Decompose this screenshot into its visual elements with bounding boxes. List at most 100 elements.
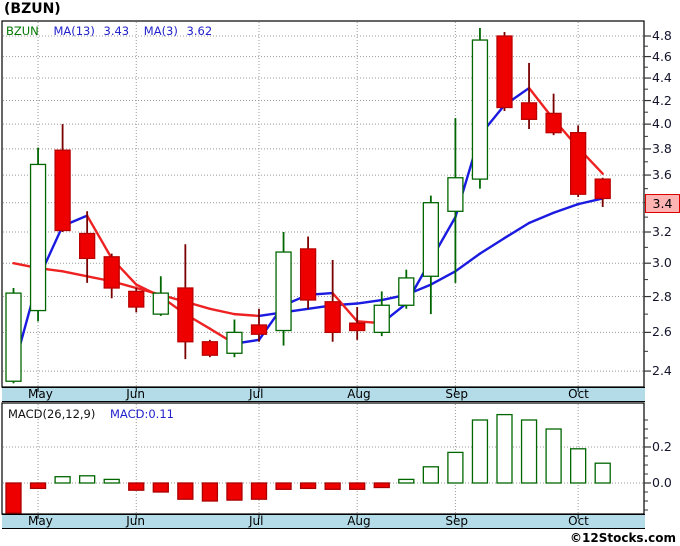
ma3-line-segment xyxy=(503,86,531,107)
ma3-line-segment xyxy=(282,293,310,307)
month-label: Jul xyxy=(249,387,264,401)
candlestick-down xyxy=(103,256,120,289)
macd-bar-negative xyxy=(201,482,219,502)
macd-bar-positive xyxy=(545,428,562,484)
ma13-line-segment xyxy=(61,270,89,278)
stock-chart-window: (BZUN) May Jun Jul Aug Sep Oct May Jun Jul Aug Se… xyxy=(0,0,680,546)
ma3-line-segment xyxy=(429,215,457,262)
ma13-line-segment xyxy=(257,311,285,318)
month-label: Jun xyxy=(126,514,145,528)
candlestick-up xyxy=(471,39,489,180)
ma13-line-segment xyxy=(331,302,359,307)
ma3-line-segment xyxy=(61,214,89,228)
ma13-line-segment xyxy=(405,283,433,297)
ma13-line-segment xyxy=(85,275,113,283)
macd-bar-negative xyxy=(250,482,268,500)
ma3-line-segment xyxy=(478,103,506,137)
macd-bar-negative xyxy=(275,482,292,490)
candlestick-down xyxy=(324,301,341,334)
ma3-line-segment xyxy=(331,291,359,323)
legend-ma13-label: MA(13) xyxy=(53,24,95,38)
macd-bar-negative xyxy=(177,482,194,500)
candlestick-down xyxy=(177,287,194,343)
macd-bar-positive xyxy=(79,475,96,484)
month-label: Aug xyxy=(347,514,371,528)
macd-bar-negative xyxy=(226,482,243,501)
month-label: Oct xyxy=(568,387,589,401)
candlestick-up xyxy=(5,292,22,382)
macd-value-label: MACD:0.11 xyxy=(110,407,174,421)
macd-bar-negative xyxy=(373,482,390,489)
month-label: Sep xyxy=(445,387,469,401)
ma3-line-segment xyxy=(527,86,555,121)
candlestick-up xyxy=(373,304,390,334)
month-label: Oct xyxy=(568,514,589,528)
ma3-line-segment xyxy=(110,257,138,286)
candlestick-down xyxy=(496,35,513,109)
macd-bar-negative xyxy=(128,482,145,491)
candlestick-down xyxy=(250,324,268,335)
ma3-line-segment xyxy=(233,338,261,345)
legend-ma3-label: MA(3) xyxy=(143,24,178,38)
macd-bar-negative xyxy=(324,482,341,490)
ma3-line-segment xyxy=(159,295,187,316)
ma13-line-segment xyxy=(380,293,408,302)
ma13-line-segment xyxy=(454,252,482,273)
macd-bar-negative xyxy=(5,482,22,514)
macd-bar-positive xyxy=(103,478,120,484)
ma13-line-segment xyxy=(159,293,187,303)
price-legend: BZUN MA(13) 3.43 MA(3) 3.62 xyxy=(6,24,212,38)
candlestick-down xyxy=(520,102,538,120)
last-price-tag: 3.4 xyxy=(645,193,680,213)
macd-bar-positive xyxy=(447,451,464,484)
ma13-line-segment xyxy=(184,300,212,310)
candlestick-down xyxy=(54,149,71,232)
macd-legend: MACD(26,12,9) MACD:0.11 xyxy=(8,407,174,421)
candlestick-up xyxy=(422,202,440,277)
chart-canvas xyxy=(1,20,651,519)
ma3-line-segment xyxy=(208,327,236,345)
candlestick-down xyxy=(201,341,219,356)
ma3-line-segment xyxy=(454,133,482,219)
macd-bar-positive xyxy=(422,466,440,484)
ma3-line-segment xyxy=(306,291,334,297)
ma13-line-segment xyxy=(478,236,506,255)
candlestick-up xyxy=(29,163,47,312)
month-label: Sep xyxy=(445,514,469,528)
month-label: May xyxy=(28,387,53,401)
ma13-line-segment xyxy=(356,298,383,305)
month-label: Jul xyxy=(249,514,264,528)
ma13-line-segment xyxy=(429,270,457,286)
candlestick-up xyxy=(152,292,169,315)
ma3-line-segment xyxy=(184,312,212,330)
ma13-line-segment xyxy=(552,202,580,214)
candlestick-up xyxy=(226,331,243,354)
ma13-line-segment xyxy=(576,197,604,206)
macd-axis-labels: 0.2 0.0 xyxy=(652,0,680,546)
legend-symbol: BZUN xyxy=(6,24,39,38)
ma3-line-segment xyxy=(356,320,383,325)
legend-ma3-value: 3.62 xyxy=(186,24,213,38)
ma13-line-segment xyxy=(527,211,555,225)
ma13-line-segment xyxy=(36,266,64,273)
candlestick-down xyxy=(545,112,562,134)
ma13-line-segment xyxy=(208,307,236,316)
macd-bar-positive xyxy=(570,448,587,484)
ma3-line-segment xyxy=(36,224,64,281)
candlestick-up xyxy=(275,251,292,332)
ma13-line-segment xyxy=(110,280,138,290)
macd-bar-negative xyxy=(29,482,47,490)
month-label: Aug xyxy=(347,387,371,401)
ma13-line-segment xyxy=(135,286,163,297)
ma13-line-segment xyxy=(503,221,531,240)
macd-bar-positive xyxy=(398,478,415,484)
ma3-line-segment xyxy=(85,214,113,260)
candlestick-down xyxy=(570,132,587,195)
month-label: Jun xyxy=(126,387,145,401)
month-axis-band-price: May Jun Jul Aug Sep Oct xyxy=(2,387,645,402)
page-title: (BZUN) xyxy=(4,1,61,17)
candlestick-down xyxy=(128,290,145,308)
ma3-line-segment xyxy=(12,278,40,371)
month-axis-band-macd: May Jun Jul Aug Sep Oct xyxy=(2,514,645,529)
ma3-line-segment xyxy=(257,304,285,342)
